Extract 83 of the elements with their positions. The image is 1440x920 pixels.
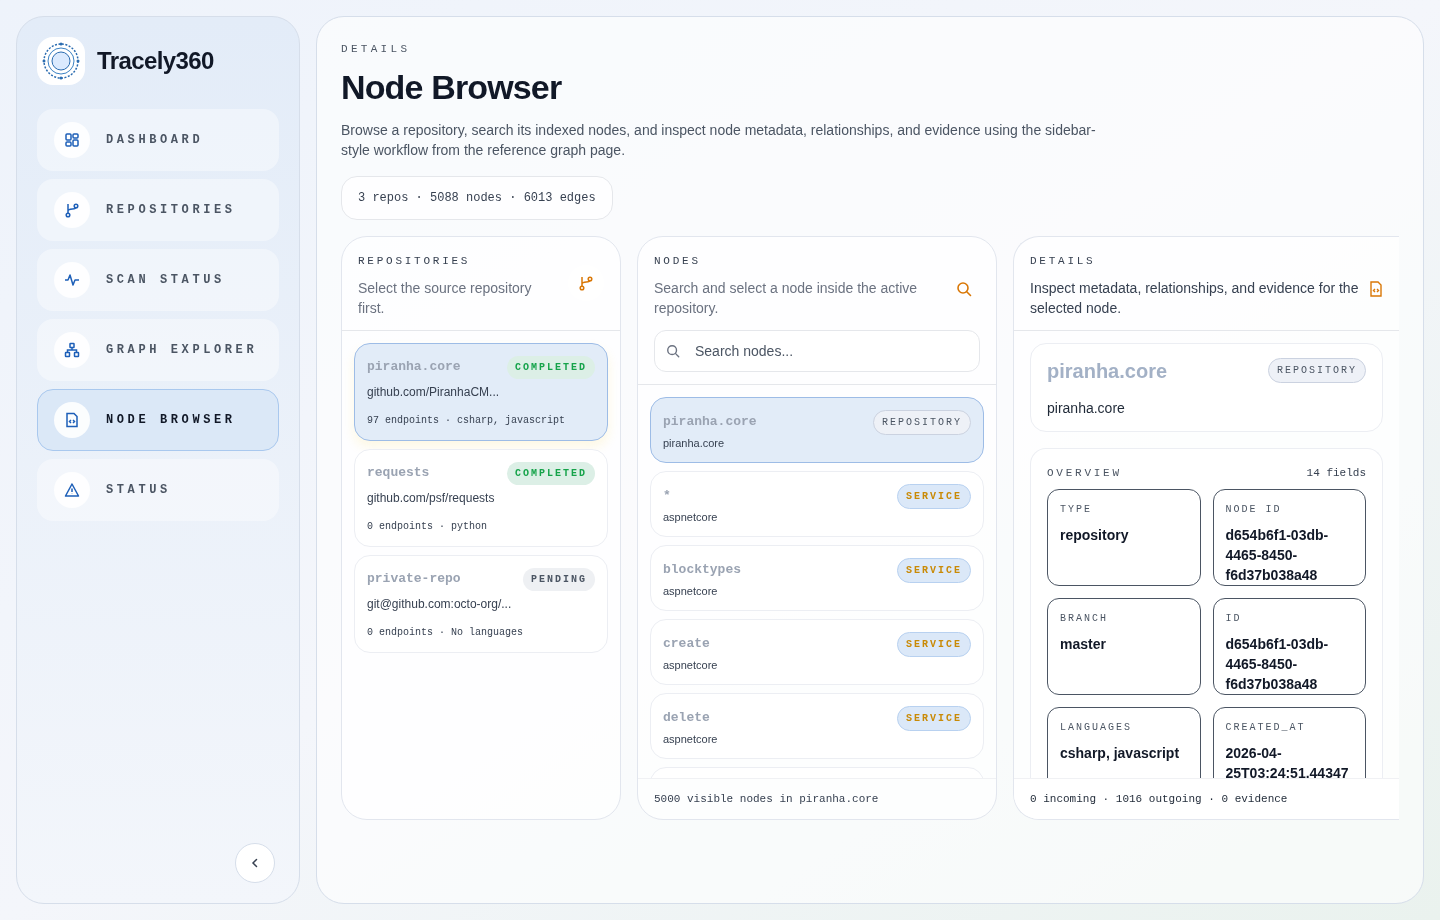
repository-meta: 0 endpoints · python xyxy=(367,519,489,534)
field-value: master xyxy=(1060,635,1107,654)
code-file-icon xyxy=(1369,281,1383,297)
node-name: * xyxy=(663,487,671,506)
panel-footer: 5000 visible nodes in piranha.core xyxy=(638,777,996,819)
node-subtitle: piranha.core xyxy=(1047,398,1126,418)
collapse-button[interactable] xyxy=(235,843,275,883)
node-name: delete xyxy=(663,709,710,728)
repository-name: piranha.core xyxy=(367,358,461,377)
panel-footer: 0 incoming · 1016 outgoing · 0 evidence xyxy=(1014,777,1399,819)
type-badge: SERVICE xyxy=(897,705,971,731)
repository-card[interactable]: requests COMPLETED github.com/psf/requests 0 endpoints · python xyxy=(354,448,608,547)
nav-item[interactable]: DASHBOARD xyxy=(37,109,279,171)
panel-eyebrow: DETAILS xyxy=(1030,254,1097,269)
nav-item[interactable]: SCAN STATUS xyxy=(37,249,279,311)
field-value: d654b6f1-03db-4465-8450-f6d37b038a48 xyxy=(1225,635,1330,694)
repository-url: git@github.com:octo-org/... xyxy=(367,595,513,613)
section-title: OVERVIEW xyxy=(1047,465,1122,481)
panel-subtitle: Inspect metadata, relationships, and evidence for the selected node. xyxy=(1030,278,1360,318)
logo-icon xyxy=(37,37,85,85)
page-title: Node Browser xyxy=(341,66,563,108)
code-file-icon xyxy=(64,412,80,428)
node-group: aspnetcore xyxy=(663,582,971,599)
panel-eyebrow: REPOSITORIES xyxy=(358,254,472,269)
type-badge: REPOSITORY xyxy=(1268,358,1366,383)
repository-meta: 97 endpoints · csharp, javascript xyxy=(367,413,567,428)
stats-pill: 3 repos · 5088 nodes · 6013 edges xyxy=(341,176,613,220)
type-badge: SERVICE xyxy=(897,557,971,583)
node-card[interactable]: * SERVICE aspnetcore xyxy=(650,470,984,537)
dashboard-icon xyxy=(64,132,80,148)
node-group: piranha.core xyxy=(663,434,971,451)
node-card[interactable]: blocktypes SERVICE aspnetcore xyxy=(650,544,984,611)
field-label: ID xyxy=(1225,612,1243,626)
repository-name: requests xyxy=(367,464,430,483)
panel-subtitle: Search and select a node inside the active repository. xyxy=(654,278,919,318)
status-badge: PENDING xyxy=(523,567,595,591)
node-title: piranha.core xyxy=(1047,358,1168,384)
node-name: blocktypes xyxy=(663,561,741,580)
field-label: NODE ID xyxy=(1225,503,1283,517)
nav-item[interactable]: REPOSITORIES xyxy=(37,179,279,241)
node-name: create xyxy=(663,635,710,654)
nav-item[interactable]: GRAPH EXPLORER xyxy=(37,319,279,381)
field-value: csharp, javascript xyxy=(1060,744,1181,763)
panel-subtitle: Select the source repository first. xyxy=(358,278,533,318)
search-field[interactable]: Search nodes... xyxy=(654,329,980,372)
page-description: Browse a repository, search its indexed nodes, and inspect node metadata, relationships, and evidence using the sidebar-style workflow from the reference graph page. xyxy=(341,121,1097,160)
repository-card[interactable]: piranha.core COMPLETED github.com/PiranhaCM... 97 endpoints · csharp, javascript xyxy=(354,342,608,441)
type-badge: SERVICE xyxy=(897,483,971,509)
status-badge: COMPLETED xyxy=(507,355,595,379)
node-group: aspnetcore xyxy=(663,508,971,525)
node-name: piranha.core xyxy=(663,413,757,432)
field-label: LANGUAGES xyxy=(1060,721,1133,735)
field-label: CREATED_AT xyxy=(1225,721,1307,735)
node-group: aspnetcore xyxy=(663,730,971,747)
repository-url: github.com/PiranhaCM... xyxy=(367,383,501,401)
status-badge: COMPLETED xyxy=(507,461,595,485)
search-icon xyxy=(956,281,972,297)
brand-name: Tracely360 xyxy=(97,46,214,76)
panel-eyebrow: NODES xyxy=(654,254,702,269)
search-icon xyxy=(666,343,680,358)
repository-card[interactable]: private-repo PENDING git@github.com:octo-org/... 0 endpoints · No languages xyxy=(354,554,608,653)
pulse-icon xyxy=(64,272,80,288)
type-badge: SERVICE xyxy=(897,631,971,657)
nav-item[interactable]: STATUS xyxy=(37,459,279,521)
field-value: repository xyxy=(1060,526,1130,545)
field-label: TYPE xyxy=(1060,503,1093,517)
hierarchy-icon xyxy=(64,342,80,358)
repository-meta: 0 endpoints · No languages xyxy=(367,625,525,640)
type-badge: REPOSITORY xyxy=(873,409,971,435)
field-value: 2026-04-25T03:24:51.44347 xyxy=(1225,744,1350,778)
field-count: 14 fields xyxy=(1306,465,1366,481)
field-label: BRANCH xyxy=(1060,612,1109,626)
node-group: aspnetcore xyxy=(663,656,971,673)
nav-item[interactable]: NODE BROWSER xyxy=(37,389,279,451)
node-card[interactable]: delete SERVICE aspnetcore xyxy=(650,692,984,759)
warning-icon xyxy=(64,482,80,498)
eyebrow-label: DETAILS xyxy=(341,42,412,57)
branch-icon xyxy=(64,202,80,218)
repository-name: private-repo xyxy=(367,570,461,589)
field-value: d654b6f1-03db-4465-8450-f6d37b038a48 xyxy=(1225,526,1330,585)
node-card[interactable]: piranha.core REPOSITORY piranha.core xyxy=(650,396,984,463)
node-card[interactable]: create SERVICE aspnetcore xyxy=(650,618,984,685)
repository-url: github.com/psf/requests xyxy=(367,489,496,507)
